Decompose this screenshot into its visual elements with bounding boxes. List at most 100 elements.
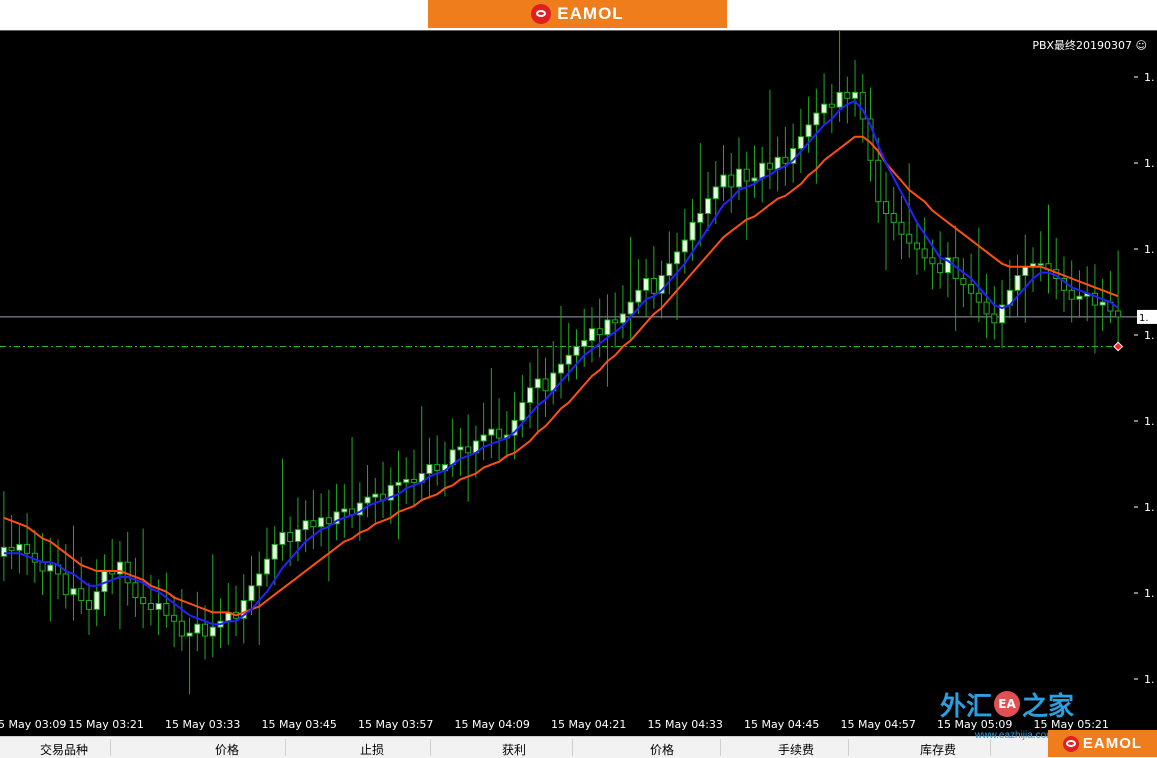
watermark-text-left: 外汇 — [940, 691, 993, 722]
candle-bear — [968, 283, 975, 294]
column-separator[interactable] — [848, 739, 849, 756]
candle-bull — [1022, 266, 1029, 277]
price-tick-label: 1. — [1144, 329, 1155, 342]
candle-bull — [557, 363, 565, 374]
eamol-logo-icon — [531, 4, 552, 24]
candle-bear — [728, 174, 735, 188]
table-column-header[interactable]: 交易品种 — [40, 741, 88, 758]
candle-bull — [186, 632, 193, 637]
column-separator[interactable] — [285, 739, 286, 756]
candle-bull — [805, 124, 812, 138]
candle-bear — [465, 446, 472, 454]
candle-bear — [913, 242, 920, 250]
candle-bull — [271, 543, 278, 560]
column-separator[interactable] — [990, 739, 991, 756]
smiley-icon: ☺ — [1135, 39, 1147, 52]
candle-bull — [209, 626, 216, 637]
candle-bull — [364, 496, 371, 504]
candle-bear — [782, 156, 789, 164]
candle-bull — [534, 378, 541, 389]
candle-bull — [759, 162, 766, 179]
candle-bull — [565, 354, 572, 365]
table-column-header[interactable]: 止损 — [360, 741, 384, 758]
candle-bull — [16, 543, 23, 551]
time-tick-label: 15 May 04:33 — [647, 718, 723, 731]
time-tick-label: 15 May 04:21 — [551, 718, 627, 731]
candle-bull — [674, 251, 681, 265]
watermark-text-right: 之家 — [1022, 691, 1075, 722]
candle-bull — [279, 532, 286, 545]
column-separator[interactable] — [572, 739, 573, 756]
candle-bull — [851, 91, 859, 99]
candle-bear — [147, 603, 154, 610]
column-separator[interactable] — [720, 739, 721, 756]
time-tick-label: 5 May 03:09 — [0, 718, 67, 731]
candle-bear — [24, 543, 31, 554]
brand-banner-top[interactable]: EAMOL — [428, 0, 727, 28]
candle-bear — [975, 292, 982, 303]
candle-bull — [318, 517, 325, 528]
table-column-header[interactable]: 价格 — [215, 741, 239, 758]
candle-bull — [155, 603, 162, 610]
candle-bear — [542, 378, 549, 392]
candle-bull — [526, 387, 534, 404]
column-separator[interactable] — [430, 739, 431, 756]
candle-bear — [140, 597, 147, 604]
candle-bull — [0, 546, 7, 557]
brand-banner-bottom[interactable]: EAMOL — [1048, 730, 1157, 757]
candle-bull — [256, 573, 263, 587]
candle-bear — [62, 573, 69, 596]
time-tick-label: 15 May 03:21 — [68, 718, 144, 731]
candle-bear — [85, 600, 93, 610]
watermark-url: www.eazhijia.com — [975, 730, 1055, 741]
candle-bull — [821, 103, 828, 114]
candle-bear — [78, 588, 85, 602]
candle-bull — [1037, 263, 1044, 266]
table-column-header[interactable]: 价格 — [650, 741, 674, 758]
candle-bear — [882, 201, 890, 215]
candle-bull — [720, 174, 727, 188]
candle-bear — [937, 263, 944, 274]
candle-bull — [604, 319, 611, 336]
candle-bull — [573, 345, 580, 356]
candle-bear — [991, 313, 998, 324]
candlestick-chart[interactable]: 1. 1. 1. 1. 1. 1. 1. 1. 1. — [0, 31, 1157, 715]
candle-bull — [1099, 301, 1106, 306]
candle-bull — [635, 289, 642, 303]
candle-bull — [581, 340, 588, 347]
candle-bull — [263, 558, 271, 575]
candle-bull — [735, 168, 743, 188]
column-separator[interactable] — [110, 739, 111, 756]
candle-bull — [294, 529, 301, 542]
candle-bear — [983, 301, 990, 315]
candle-bear — [496, 428, 503, 439]
candle-bear — [434, 464, 441, 472]
candle-bear — [178, 620, 185, 637]
brand-name: EAMOL — [557, 4, 624, 23]
candle-bear — [171, 614, 178, 622]
top-bar: EAMOL — [0, 0, 1157, 28]
price-tick-label: 1. — [1144, 587, 1155, 600]
candle-bull — [194, 623, 201, 634]
table-column-header[interactable]: 库存费 — [920, 741, 956, 758]
candle-bull — [774, 156, 781, 170]
candle-bull — [248, 585, 255, 602]
price-tick-label: 1. — [1144, 243, 1155, 256]
price-tick-label: 1. — [1144, 157, 1155, 170]
candle-bull — [1076, 295, 1083, 300]
time-tick-label: 15 May 03:33 — [165, 718, 241, 731]
candle-bull — [457, 446, 464, 451]
table-column-header[interactable]: 手续费 — [778, 741, 814, 758]
candle-bull — [751, 177, 758, 182]
table-column-header[interactable]: 获利 — [502, 741, 526, 758]
candle-bear — [650, 278, 657, 294]
candle-bear — [612, 319, 619, 324]
candle-bull — [836, 91, 843, 108]
candle-bear — [163, 603, 170, 616]
time-tick-label: 15 May 03:45 — [261, 718, 337, 731]
eamol-logo-icon — [1062, 735, 1079, 752]
chart-area[interactable]: 1. 1. 1. 1. 1. 1. 1. 1. 1. PBX最终20190307 ☺ — [0, 30, 1157, 714]
time-tick-label: 15 May 03:57 — [358, 718, 434, 731]
candle-bull — [689, 221, 696, 241]
candle-bull — [488, 428, 495, 436]
